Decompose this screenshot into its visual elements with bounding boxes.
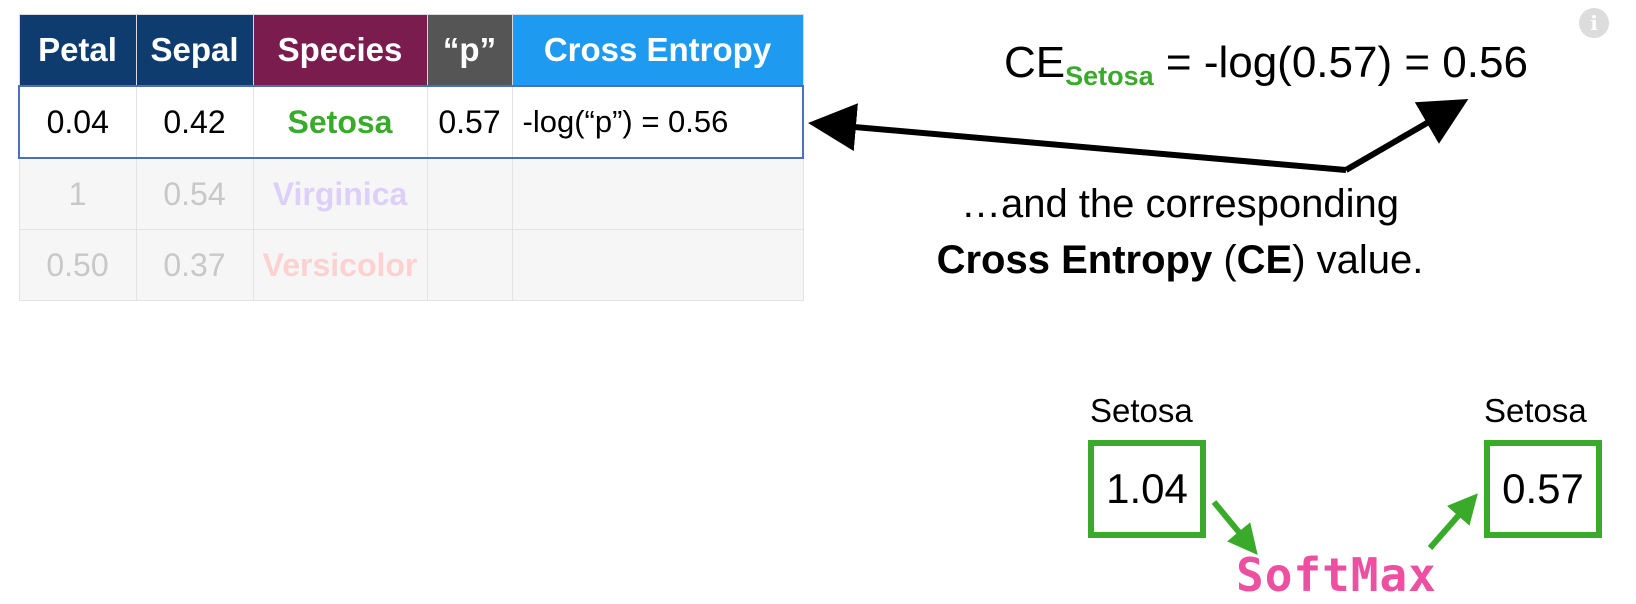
arrows-layer [808,98,1478,555]
arrow-input-to-softmax [1211,500,1258,555]
arrow-to-equation [1344,98,1469,173]
arrow-softmax-to-output [1427,493,1478,550]
arrow-to-table [808,103,1347,173]
